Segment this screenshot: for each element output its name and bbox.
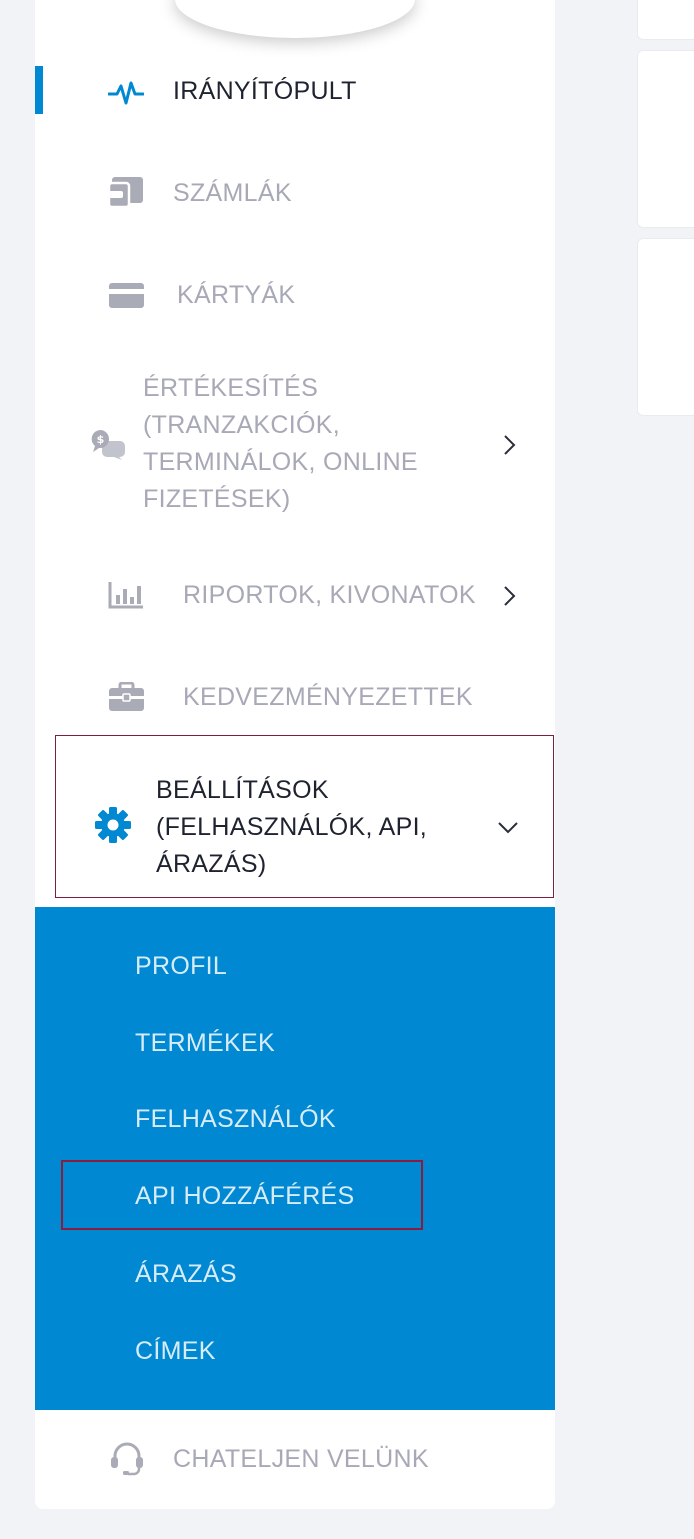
sidebar-item-label: IRÁNYÍTÓPULT bbox=[173, 77, 357, 105]
sidebar-item-label: CHATELJEN VELÜNK bbox=[173, 1445, 429, 1473]
sidebar-item-label: ÉRTÉKESÍTÉS (TRANZAKCIÓK, TERMINÁLOK, ON… bbox=[143, 374, 418, 513]
sidebar-item-label: KÁRTYÁK bbox=[177, 281, 296, 309]
sidebar-item-label: SZÁMLÁK bbox=[173, 179, 292, 207]
sidebar-item-reports[interactable]: RIPORTOK, KIVONATOK bbox=[35, 554, 555, 638]
sidebar-item-accounts[interactable]: SZÁMLÁK bbox=[35, 152, 555, 236]
chevron-right-icon bbox=[504, 435, 516, 455]
submenu-item-addresses[interactable]: CÍMEK bbox=[135, 1336, 216, 1366]
sidebar-item-settings[interactable]: BEÁLLÍTÁSOK (FELHASZNÁLÓK, API, ÁRAZÁS) bbox=[55, 735, 554, 898]
submenu-item-api-access[interactable]: API HOZZÁFÉRÉS bbox=[135, 1181, 355, 1211]
submenu-item-pricing[interactable]: ÁRAZÁS bbox=[135, 1259, 237, 1289]
chat-dollar-icon: $ bbox=[91, 430, 125, 460]
sidebar-item-label: KEDVEZMÉNYEZETTEK bbox=[183, 683, 473, 711]
sidebar-item-beneficiaries[interactable]: KEDVEZMÉNYEZETTEK bbox=[35, 656, 555, 740]
sidebar-item-label: BEÁLLÍTÁSOK (FELHASZNÁLÓK, API, ÁRAZÁS) bbox=[156, 776, 428, 878]
sidebar-item-sales[interactable]: $ ÉRTÉKESÍTÉS (TRANZAKCIÓK, TERMINÁLOK, … bbox=[35, 366, 555, 522]
content-card bbox=[637, 238, 694, 416]
content-card bbox=[637, 0, 694, 40]
sidebar-item-cards[interactable]: KÁRTYÁK bbox=[35, 254, 555, 338]
settings-submenu: PROFIL TERMÉKEK FELHASZNÁLÓK API HOZZÁFÉ… bbox=[35, 907, 555, 1410]
wallet-icon bbox=[108, 177, 143, 208]
gear-icon bbox=[95, 807, 131, 843]
sidebar-item-dashboard[interactable]: IRÁNYÍTÓPULT bbox=[35, 50, 555, 134]
sidebar-nav: IRÁNYÍTÓPULT SZÁMLÁK KÁRTYÁK $ ÉRTÉKESÍT… bbox=[35, 0, 555, 1509]
bar-chart-icon bbox=[108, 582, 143, 609]
svg-text:$: $ bbox=[97, 433, 105, 446]
submenu-item-products[interactable]: TERMÉKEK bbox=[135, 1028, 275, 1058]
pulse-icon bbox=[108, 81, 144, 105]
content-card bbox=[637, 50, 694, 228]
page: IRÁNYÍTÓPULT SZÁMLÁK KÁRTYÁK $ ÉRTÉKESÍT… bbox=[0, 0, 694, 1539]
chevron-down-icon bbox=[498, 822, 518, 834]
card-icon bbox=[109, 283, 144, 308]
submenu-item-profile[interactable]: PROFIL bbox=[135, 951, 227, 981]
sidebar-top-decoration bbox=[175, 0, 415, 38]
sidebar-item-chat[interactable]: CHATELJEN VELÜNK bbox=[35, 1418, 555, 1502]
chevron-right-icon bbox=[504, 586, 516, 606]
submenu-item-users[interactable]: FELHASZNÁLÓK bbox=[135, 1104, 336, 1134]
headset-icon bbox=[111, 1442, 143, 1476]
sidebar-item-label: RIPORTOK, KIVONATOK bbox=[183, 581, 476, 609]
briefcase-icon bbox=[109, 682, 144, 711]
